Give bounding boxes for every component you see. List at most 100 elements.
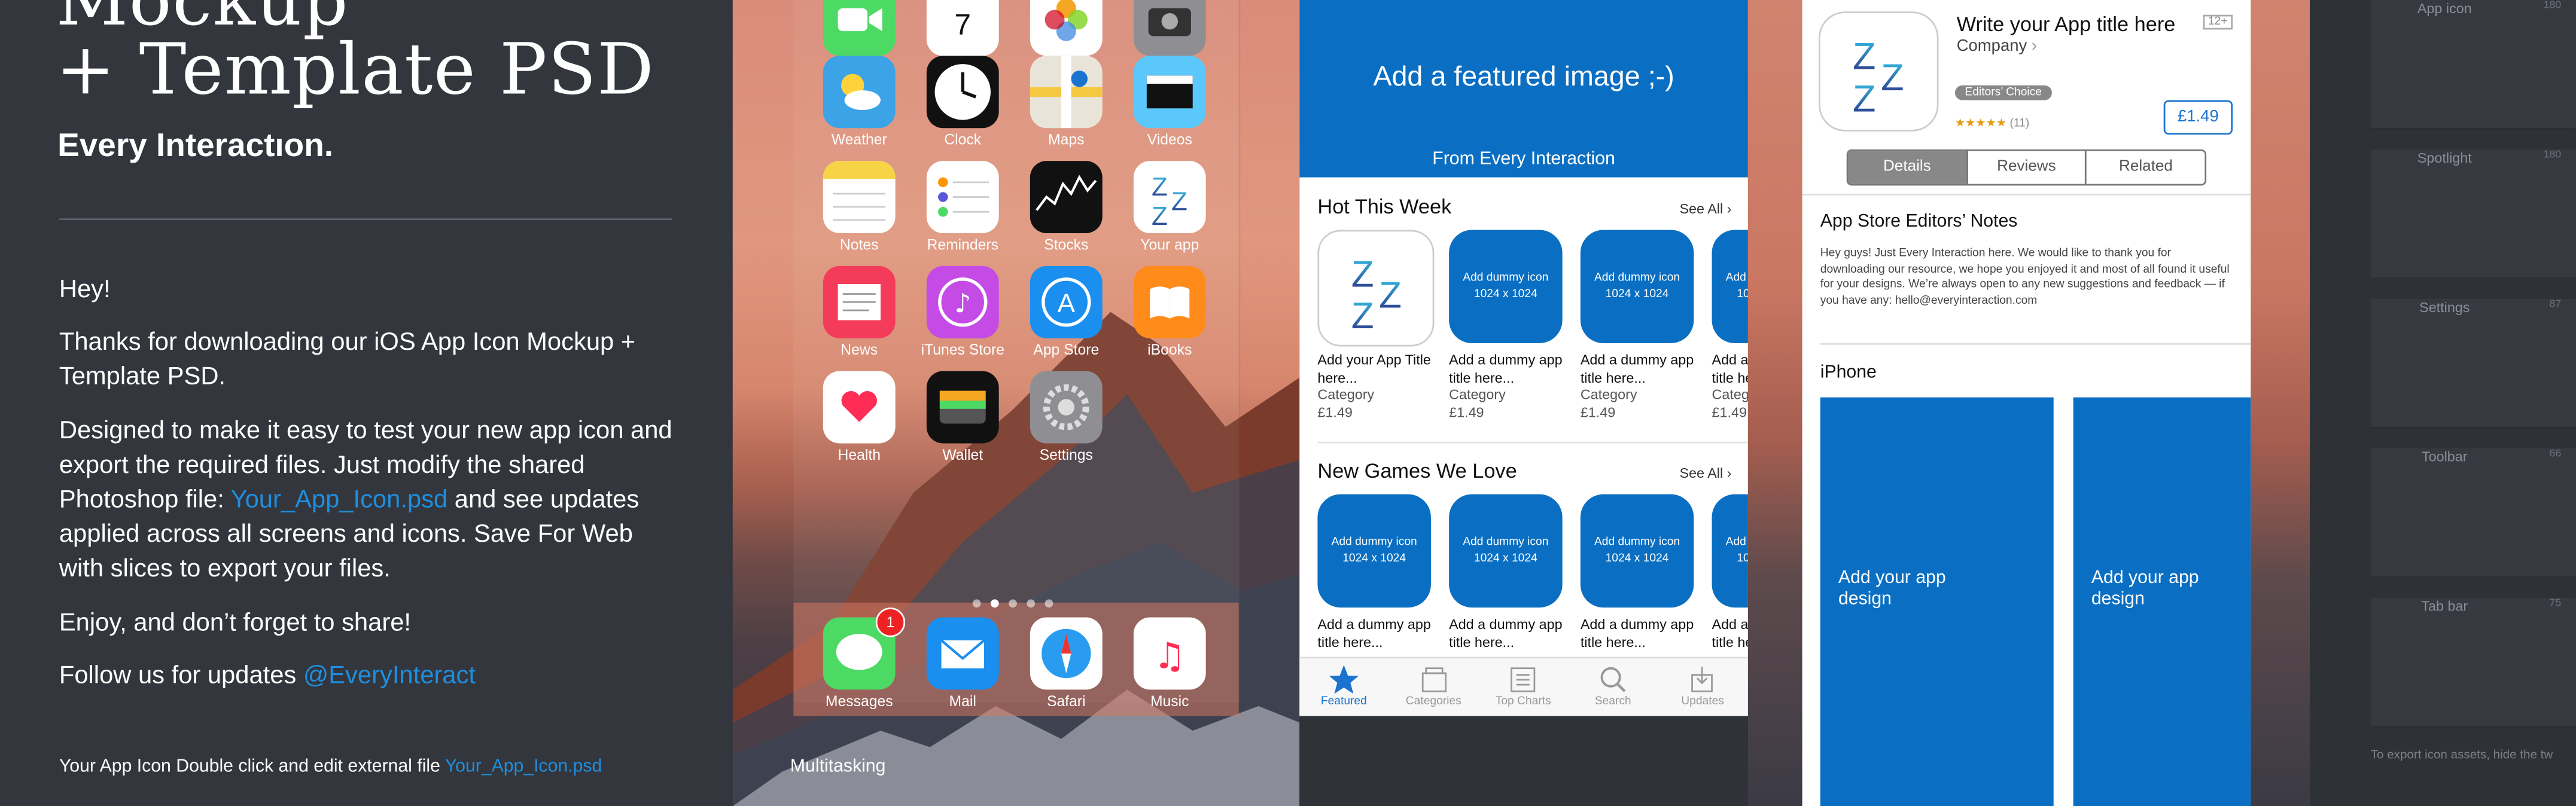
app-maps[interactable]: Maps (1013, 56, 1119, 148)
see-all-games-link[interactable]: See All › (1679, 465, 1731, 481)
thanks-paragraph: Thanks for downloading our iOS App Icon … (59, 328, 636, 392)
segment-related[interactable]: Related (2087, 151, 2205, 184)
footnote-psd-link[interactable]: Your_App_Icon.psd (445, 757, 602, 777)
app-label: Messages (825, 692, 893, 710)
app-store-featured: Add a featured image ;-) From Every Inte… (1299, 0, 1748, 716)
product-page: ZZZ Write your App title here 12+ Compan… (1802, 0, 2251, 806)
dummy-icon-text: Add dummy icon 1024 x 1024 (1712, 271, 1748, 304)
dummy-app-tile[interactable]: Add dummy icon 1024 x 1024 (1317, 494, 1431, 608)
screenshot-1[interactable]: Add your app design (1820, 397, 2054, 806)
app-weather[interactable]: Weather (806, 56, 912, 148)
tab-categories[interactable]: Categories (1389, 662, 1478, 708)
app-safari[interactable]: Safari (1013, 617, 1119, 709)
segment-details[interactable]: Details (1848, 151, 1968, 184)
app-settings[interactable]: Settings (1013, 371, 1119, 463)
see-all-label: See All (1679, 465, 1724, 481)
see-all-hot-link[interactable]: See All › (1679, 200, 1731, 216)
slice-tab-bar[interactable]: Tab bar 75 (2370, 597, 2576, 728)
zz-app-icon: ZZZ (1326, 238, 1427, 343)
dummy-app-tile[interactable]: Add dummy icon 1024 x 1024 (1580, 230, 1694, 343)
editors-choice-badge: Editors’ Choice (1954, 85, 2052, 100)
featured-banner[interactable]: Add a featured image ;-) From Every Inte… (1299, 0, 1748, 178)
tab-label: Search (1594, 696, 1631, 708)
dummy-line2: 1024 x 1024 (1737, 289, 1748, 301)
app-ibooks[interactable]: iBooks (1117, 265, 1222, 358)
dummy-line1: Add dummy icon (1594, 536, 1680, 549)
maps-icon (1030, 56, 1103, 129)
twitter-link[interactable]: @EveryInteract (303, 661, 476, 689)
app-messages[interactable]: 1 Messages (806, 607, 912, 710)
screenshot-2[interactable]: Add your app design (2073, 397, 2251, 806)
app-app-store[interactable]: A App Store (1013, 265, 1119, 358)
app-clock[interactable]: Clock (910, 56, 1015, 148)
segment-reviews[interactable]: Reviews (1968, 151, 2087, 184)
app-label: Weather (831, 131, 887, 148)
svg-text:Z: Z (1351, 254, 1374, 295)
info-panel: Mockup + Template PSD Every Interactıon.… (0, 0, 733, 806)
dummy-app-tile[interactable]: Add dummy icon 1024 x 1024 (1449, 494, 1563, 608)
your-app-tile[interactable]: ZZZ (1317, 230, 1435, 347)
tab-featured[interactable]: Featured (1299, 662, 1388, 708)
updates-icon (1658, 662, 1747, 697)
slice-size: 180 (2543, 149, 2562, 161)
page-dots[interactable] (972, 586, 1063, 615)
tab-label: Featured (1320, 696, 1367, 708)
app-health[interactable]: Health (806, 371, 912, 463)
tab-bar: Featured Categories Top Charts Search Update… (1299, 657, 1748, 716)
slice-toolbar[interactable]: Toolbar 66 (2370, 448, 2576, 578)
tile-title: Add a dummy app title here... (1449, 351, 1563, 385)
svg-text:Z: Z (1171, 187, 1187, 216)
psd-file-link[interactable]: Your_App_Icon.psd (231, 486, 448, 514)
app-videos[interactable]: Videos (1117, 56, 1222, 148)
slice-name: Tab bar (2421, 597, 2468, 615)
price-button[interactable]: £1.49 (2163, 100, 2233, 135)
app-wallet[interactable]: Wallet (910, 371, 1015, 463)
app-label: Clock (944, 131, 982, 148)
rating-stars: ★★★★★ (11) (1955, 117, 2029, 130)
screenshot-text: Add your app design (1838, 568, 1946, 609)
segmented-control: Details Reviews Related (1846, 149, 2207, 186)
svg-text:Z: Z (1379, 274, 1402, 316)
slice-settings[interactable]: Settings 87 (2370, 298, 2576, 429)
app-news[interactable]: News (806, 265, 912, 358)
tab-label: Updates (1681, 696, 1724, 708)
tile-caption: Add your App Title here... Category £1.49 (1317, 352, 1436, 420)
wallet-icon (926, 371, 999, 444)
dummy-app-tile[interactable]: Add dummy icon 1024 x 1024 (1580, 494, 1694, 608)
app-your-app[interactable]: Z Z Z Your app (1117, 161, 1222, 253)
app-mail[interactable]: Mail (910, 617, 1015, 709)
dummy-line2: 1024 x 1024 (1342, 553, 1406, 565)
tile-caption: Add a dummy app title here... (1317, 616, 1436, 651)
tile-title: Add a dummy app title here... (1317, 615, 1431, 650)
company-link[interactable]: Company › (1957, 38, 2037, 56)
section-title-hot: Hot This Week (1317, 195, 1452, 219)
dummy-app-tile[interactable]: Add dummy icon 1024 x 1024 (1712, 230, 1748, 343)
app-reminders[interactable]: Reminders (910, 161, 1015, 253)
dummy-app-tile[interactable]: Add dummy icon 1024 x 1024 (1712, 494, 1748, 608)
app-stocks[interactable]: Stocks (1013, 161, 1119, 253)
tile-price: £1.49 (1712, 403, 1747, 420)
divider (1820, 343, 2251, 345)
app-itunes-store[interactable]: ♪ iTunes Store (910, 265, 1015, 358)
app-notes[interactable]: Notes (806, 161, 912, 253)
company-label: Company (1956, 38, 2027, 56)
clock-icon (926, 56, 999, 129)
tile-title: Add a dummy app title here... (1580, 615, 1694, 650)
slice-app-icon[interactable]: App icon 180 (2370, 0, 2576, 130)
stocks-icon (1030, 161, 1103, 233)
dummy-app-tile[interactable]: Add dummy icon 1024 x 1024 (1449, 230, 1563, 343)
app-label: Health (838, 446, 881, 463)
slice-spotlight[interactable]: Spotlight 180 (2370, 149, 2576, 279)
app-label: Settings (1039, 446, 1093, 463)
svg-text:Z: Z (1152, 172, 1168, 202)
intro-text: Hey! Thanks for downloading our iOS App … (59, 273, 680, 711)
tab-top-charts[interactable]: Top Charts (1479, 662, 1567, 708)
app-music[interactable]: ♫ Music (1117, 617, 1222, 709)
slice-size: 66 (2549, 448, 2562, 460)
app-label: iTunes Store (921, 341, 1004, 358)
svg-text:Z: Z (1881, 57, 1904, 99)
tab-search[interactable]: Search (1569, 662, 1657, 708)
notes-body: Hey guys! Just Every Interaction here. W… (1820, 248, 2230, 307)
instructions-paragraph: Designed to make it easy to test your ne… (59, 413, 680, 587)
tab-updates[interactable]: Updates (1658, 662, 1747, 708)
